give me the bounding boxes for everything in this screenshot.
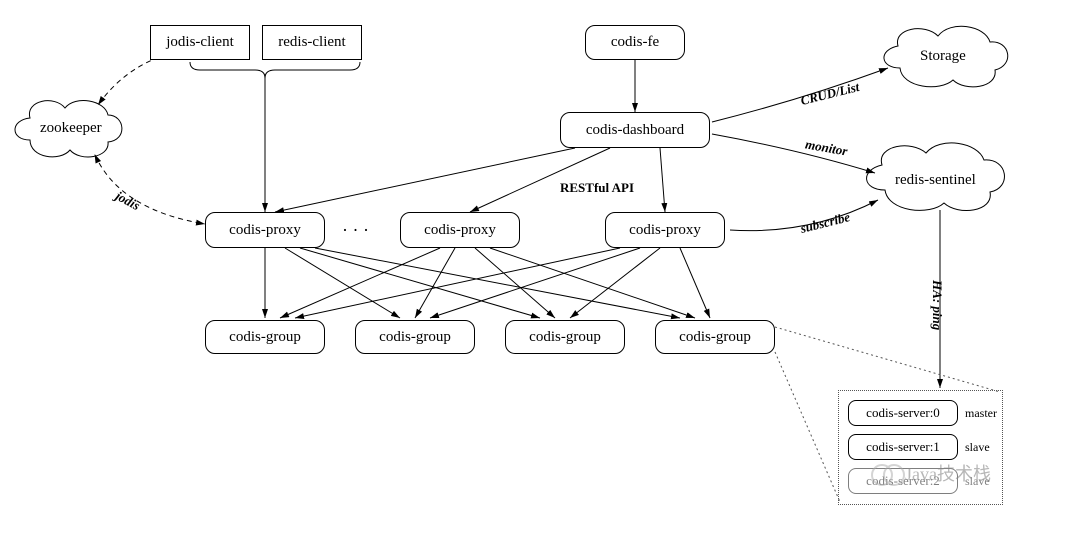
redis-sentinel-label: redis-sentinel xyxy=(895,172,976,189)
master-label: master xyxy=(965,406,997,421)
codis-group-1-label: codis-group xyxy=(229,329,301,346)
edge-dashboard-proxy3 xyxy=(660,148,665,212)
codis-proxy-3-label: codis-proxy xyxy=(629,222,701,239)
codis-group-2-label: codis-group xyxy=(379,329,451,346)
codis-server-1-label: codis-server:1 xyxy=(866,439,940,455)
storage-label: Storage xyxy=(920,48,966,65)
watermark-text: Java技术栈 xyxy=(905,460,991,486)
redis-client-box: redis-client xyxy=(262,25,362,60)
ha-ping-edge-label: HA: ping xyxy=(929,280,945,330)
codis-proxy-3-box: codis-proxy xyxy=(605,212,725,248)
codis-group-3-box: codis-group xyxy=(505,320,625,354)
client-bracket xyxy=(190,62,360,78)
codis-group-4-box: codis-group xyxy=(655,320,775,354)
codis-server-0-label: codis-server:0 xyxy=(866,405,940,421)
codis-server-1-box: codis-server:1 xyxy=(848,434,958,460)
codis-fe-label: codis-fe xyxy=(611,34,659,51)
codis-proxy-2-box: codis-proxy xyxy=(400,212,520,248)
codis-fe-box: codis-fe xyxy=(585,25,685,60)
zookeeper-label: zookeeper xyxy=(40,120,102,137)
jodis-client-box: jodis-client xyxy=(150,25,250,60)
edges-proxy-group xyxy=(265,248,710,318)
codis-group-1-box: codis-group xyxy=(205,320,325,354)
codis-group-4-label: codis-group xyxy=(679,329,751,346)
codis-dashboard-box: codis-dashboard xyxy=(560,112,710,148)
jodis-client-label: jodis-client xyxy=(166,34,234,51)
codis-dashboard-label: codis-dashboard xyxy=(586,122,684,139)
edge-zookeeper-proxy xyxy=(95,155,205,224)
codis-group-2-box: codis-group xyxy=(355,320,475,354)
proxy-dots: · · · xyxy=(342,220,369,241)
codis-proxy-2-label: codis-proxy xyxy=(424,222,496,239)
edge-dashboard-sentinel xyxy=(712,134,875,173)
edge-dashboard-proxy1 xyxy=(275,148,575,212)
panel-connector-top xyxy=(775,327,1000,392)
codis-proxy-1-box: codis-proxy xyxy=(205,212,325,248)
slave-label-1: slave xyxy=(965,440,990,455)
panel-connector-bottom xyxy=(775,352,840,502)
redis-client-label: redis-client xyxy=(278,34,345,51)
watermark-icon xyxy=(870,460,910,490)
codis-proxy-1-label: codis-proxy xyxy=(229,222,301,239)
restful-api-edge-label: RESTful API xyxy=(560,180,634,196)
codis-group-3-label: codis-group xyxy=(529,329,601,346)
codis-server-0-box: codis-server:0 xyxy=(848,400,958,426)
